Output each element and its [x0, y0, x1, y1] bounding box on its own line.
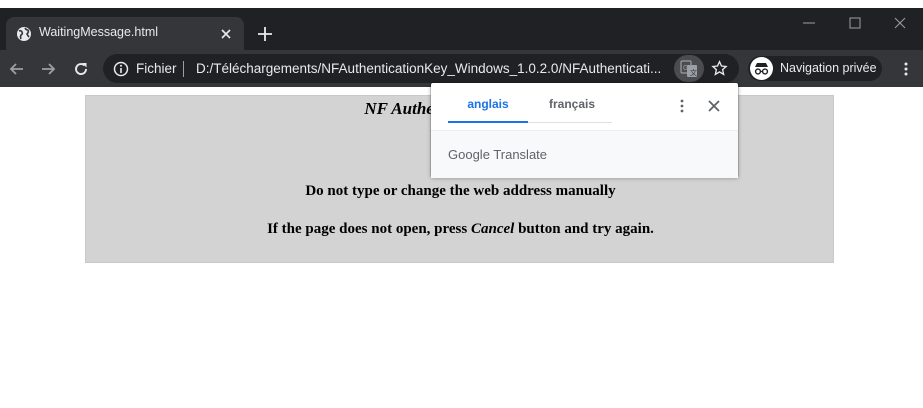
google-translate-logo: Google Translate	[448, 147, 547, 162]
tab-title: WaitingMessage.html	[39, 25, 159, 39]
info-icon[interactable]	[113, 61, 129, 77]
omnibox-separator	[183, 61, 184, 77]
minimize-icon[interactable]	[801, 15, 817, 31]
forward-icon[interactable]	[38, 59, 58, 79]
incognito-label: Navigation privée	[780, 61, 877, 75]
incognito-icon	[750, 57, 773, 80]
instruction-prefix: If the page does not open, press	[267, 221, 471, 237]
maximize-icon[interactable]	[847, 15, 863, 31]
active-tab-underline	[448, 121, 528, 123]
toolbar: Fichier D:/Téléchargements/NFAuthenticat…	[0, 50, 923, 87]
back-icon[interactable]	[7, 59, 27, 79]
star-icon[interactable]	[711, 60, 728, 77]
instruction-cancel-word: Cancel	[470, 221, 515, 237]
svg-text:文: 文	[690, 68, 697, 77]
translate-icon: G 文	[680, 60, 697, 77]
incognito-badge[interactable]: Navigation privée	[748, 56, 882, 81]
message-instruction: If the page does not open, press Cancel …	[86, 221, 835, 238]
tab-waiting-message[interactable]: WaitingMessage.html	[6, 17, 244, 50]
window-top-strip	[0, 0, 923, 8]
brand-translate: Translate	[493, 147, 548, 162]
language-tabs: anglais français	[448, 83, 612, 123]
tab-bar: WaitingMessage.html	[0, 8, 923, 50]
popup-close-icon[interactable]	[706, 98, 722, 114]
source-language-label: anglais	[467, 97, 509, 111]
brand-google: Google	[448, 147, 490, 162]
target-language-label: français	[548, 97, 596, 111]
tab-source-language[interactable]: anglais	[448, 83, 528, 123]
new-tab-icon[interactable]	[255, 24, 275, 44]
url-scheme-label: Fichier	[136, 61, 177, 76]
translate-button[interactable]: G 文	[674, 55, 704, 82]
message-warning: Do not type or change the web address ma…	[305, 183, 616, 199]
more-icon[interactable]	[674, 98, 690, 114]
globe-icon	[17, 27, 31, 41]
instruction-suffix: button and try again.	[514, 221, 654, 237]
menu-icon[interactable]	[898, 61, 914, 77]
translate-footer: Google Translate	[431, 130, 738, 178]
url-text[interactable]: D:/Téléchargements/NFAuthenticationKey_W…	[196, 61, 661, 76]
svg-text:G: G	[683, 65, 688, 72]
address-bar[interactable]: Fichier D:/Téléchargements/NFAuthenticat…	[103, 54, 739, 83]
reload-icon[interactable]	[71, 59, 91, 79]
tab-close-icon[interactable]	[218, 26, 234, 42]
window-close-icon[interactable]	[892, 15, 908, 31]
tab-target-language[interactable]: français	[532, 83, 612, 122]
translate-popup: anglais français Google Translate	[431, 83, 738, 178]
